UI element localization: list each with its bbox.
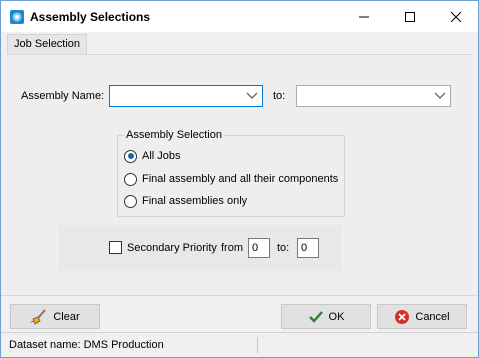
minimize-icon [359, 16, 369, 17]
chevron-down-icon [246, 92, 258, 99]
status-divider [257, 337, 258, 353]
tab-strip: Job Selection [1, 32, 478, 54]
radio-button[interactable] [124, 194, 137, 208]
radio-final-assemblies-only[interactable]: Final assemblies only [124, 193, 247, 209]
radio-label: All Jobs [142, 150, 181, 162]
window-title: Assembly Selections [30, 10, 151, 24]
cancel-icon [395, 309, 410, 324]
chevron-down-icon [434, 92, 446, 99]
ok-label: OK [328, 310, 345, 323]
title-bar: Assembly Selections [1, 1, 478, 32]
minimize-button[interactable] [341, 1, 387, 32]
radio-label: Final assemblies only [142, 195, 248, 207]
clear-button[interactable]: Clear [10, 304, 100, 329]
secondary-priority-checkbox[interactable] [109, 241, 122, 254]
priority-to-label: to: [277, 242, 290, 254]
assembly-to-combo[interactable] [296, 85, 451, 107]
button-bar: Clear OK Cancel [1, 295, 478, 331]
status-bar: Dataset name: DMS Production [1, 332, 478, 357]
close-button[interactable] [433, 1, 479, 32]
broom-icon [31, 308, 47, 325]
radio-button[interactable] [124, 172, 137, 186]
radio-all-jobs[interactable]: All Jobs [124, 148, 181, 164]
assembly-from-combo[interactable] [109, 85, 263, 107]
close-icon [451, 11, 461, 22]
tab-label: Job Selection [14, 38, 81, 50]
radio-final-assembly-components[interactable]: Final assembly and all their components [124, 171, 338, 187]
clear-label: Clear [53, 310, 80, 323]
cancel-button[interactable]: Cancel [377, 304, 467, 329]
assembly-selection-group: Assembly Selection All Jobs Final assemb… [117, 129, 345, 217]
from-label: from [221, 242, 243, 254]
priority-from-input[interactable]: 0 [248, 238, 270, 258]
tab-job-selection[interactable]: Job Selection [7, 34, 88, 54]
maximize-button[interactable] [387, 1, 433, 32]
secondary-priority-panel: Secondary Priority from 0 to: 0 [59, 225, 341, 271]
group-title: Assembly Selection [124, 129, 224, 141]
checkmark-icon [308, 310, 323, 323]
ok-button[interactable]: OK [281, 304, 371, 329]
radio-label: Final assembly and all their components [142, 173, 339, 185]
radio-button[interactable] [124, 149, 137, 163]
maximize-icon [405, 11, 415, 22]
to-label: to: [273, 90, 286, 102]
app-icon [9, 9, 25, 25]
secondary-priority-label: Secondary Priority [127, 242, 217, 254]
priority-to-input[interactable]: 0 [297, 238, 319, 258]
cancel-label: Cancel [415, 310, 450, 323]
assembly-name-label: Assembly Name: [21, 90, 105, 102]
job-selection-panel: Assembly Name: to: Assembly Selection Al… [7, 54, 472, 294]
assembly-selections-window: Assembly Selections Job Selection Assemb… [0, 0, 479, 358]
dataset-name-status: Dataset name: DMS Production [9, 339, 164, 351]
